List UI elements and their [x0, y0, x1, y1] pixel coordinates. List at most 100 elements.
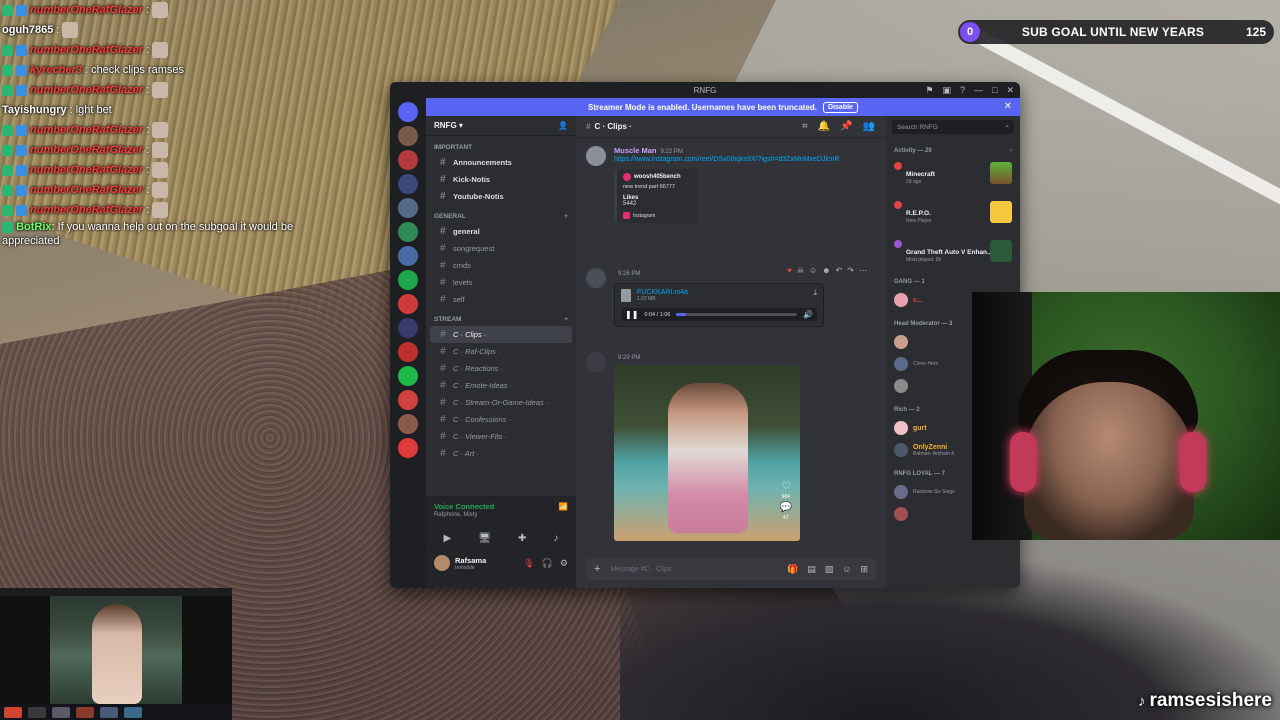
channel-levels[interactable]: # levels: [430, 274, 572, 291]
members-icon[interactable]: 👥: [863, 121, 875, 132]
image-attachment[interactable]: ♡ 984 💬 47: [614, 365, 800, 541]
channel-raf-clips[interactable]: # C · Raf-Clips ·: [430, 343, 572, 360]
heart-icon[interactable]: ♡: [781, 481, 790, 492]
mute-icon[interactable]: 🎙: [523, 558, 534, 569]
channel-cmds[interactable]: # cmds: [430, 257, 572, 274]
current-user[interactable]: Rafsama Invisible 🎙 🎧 ⚙: [426, 550, 576, 575]
flag-icon[interactable]: ⚑: [925, 85, 933, 96]
server-icon[interactable]: [398, 294, 418, 314]
app-icon[interactable]: [52, 706, 70, 718]
channel-emote-ideas[interactable]: # C · Emote-Ideas ·: [430, 377, 572, 394]
avatar[interactable]: [586, 268, 606, 288]
app-icon[interactable]: [76, 706, 94, 718]
channel-confessions[interactable]: # C · Confessions ·: [430, 411, 572, 428]
add-member-icon[interactable]: 👤: [558, 121, 568, 130]
tiktok-icon: ♪: [1137, 692, 1146, 710]
help-icon[interactable]: ?: [960, 85, 965, 96]
disable-streamer-mode-button[interactable]: Disable: [823, 101, 858, 113]
bell-icon[interactable]: 🔔: [818, 121, 830, 132]
deafen-icon[interactable]: 🎧: [542, 558, 553, 569]
channel-songrequest[interactable]: # songrequest: [430, 240, 572, 257]
voice-status[interactable]: Voice Connected 📶: [426, 496, 576, 511]
channel-clips[interactable]: # C · Clips ·: [430, 326, 572, 343]
emoji-reaction-icon[interactable]: ☺: [809, 266, 817, 275]
emoji-icon[interactable]: ☺: [842, 564, 851, 575]
close-banner-icon[interactable]: ✕: [1004, 101, 1012, 112]
gift-icon[interactable]: 🎁: [787, 564, 798, 575]
apps-icon[interactable]: ⊞: [860, 564, 868, 575]
soundboard-icon[interactable]: ♪: [553, 533, 558, 544]
server-icon[interactable]: [398, 414, 418, 434]
add-reaction-icon[interactable]: ☻: [822, 266, 830, 275]
avatar[interactable]: [586, 352, 606, 372]
screen-icon[interactable]: ▣: [942, 85, 951, 96]
channel-art[interactable]: # C · Art ·: [430, 445, 572, 462]
app-icon[interactable]: [124, 706, 142, 718]
activity-header[interactable]: Activity — 29 ›: [886, 138, 1020, 158]
category-important[interactable]: Important: [426, 136, 576, 154]
add-attachment-icon[interactable]: +: [594, 563, 600, 575]
close-icon[interactable]: ✕: [1006, 85, 1014, 96]
server-icon[interactable]: [398, 366, 418, 386]
comment-icon[interactable]: 💬: [780, 502, 792, 513]
channel-stream-or-game-ideas[interactable]: # C · Stream-Or-Game-Ideas ·: [430, 394, 572, 411]
search-input[interactable]: Search RNFG ⌕: [892, 120, 1014, 134]
message-input[interactable]: Message #C · Clips ·: [610, 566, 675, 573]
server-icon[interactable]: [398, 198, 418, 218]
app-icon[interactable]: [4, 706, 22, 718]
server-icon[interactable]: [398, 150, 418, 170]
server-icon[interactable]: [398, 222, 418, 242]
message-link[interactable]: https://www.instagram.com/reel/DSx0Ihqks…: [614, 155, 876, 165]
message-composer[interactable]: + Message #C · Clips · 🎁 ▤ ▧ ☺ ⊞: [586, 558, 876, 580]
avatar[interactable]: [586, 146, 606, 166]
server-icon[interactable]: [398, 390, 418, 410]
channel-general[interactable]: # general: [430, 223, 572, 240]
activities-icon[interactable]: ✚: [518, 533, 526, 544]
sticker-icon[interactable]: ▧: [825, 564, 834, 575]
more-icon[interactable]: ⋯: [859, 266, 867, 275]
home-icon[interactable]: [398, 102, 418, 122]
app-icon[interactable]: [100, 706, 118, 718]
channel-viewer-fits[interactable]: # C · Viewer-Fits ·: [430, 428, 572, 445]
repo-game-icon: [990, 201, 1012, 223]
threads-icon[interactable]: ⌗: [802, 121, 808, 132]
camera-icon[interactable]: ▶: [444, 533, 452, 544]
server-icon[interactable]: [398, 126, 418, 146]
category-stream[interactable]: Stream +: [426, 308, 576, 326]
app-icon[interactable]: [28, 706, 46, 718]
server-header[interactable]: RNFG ▾ 👤: [426, 116, 576, 136]
heart-reaction-icon[interactable]: ♥: [787, 266, 792, 275]
server-icon[interactable]: [398, 318, 418, 338]
activity-item[interactable]: R.E.P.O. New Player: [886, 197, 1020, 236]
channel-youtube-notis[interactable]: # Youtube-Notis: [430, 188, 572, 205]
server-icon[interactable]: [398, 438, 418, 458]
pin-icon[interactable]: 📌: [840, 121, 852, 132]
activity-item[interactable]: Minecraft 2d ago: [886, 158, 1020, 197]
pause-icon[interactable]: ❚❚: [625, 310, 638, 319]
stream-chat: numberOneRafGlazer: oguh7865: numberOneR…: [2, 0, 322, 248]
maximize-icon[interactable]: □: [992, 85, 997, 96]
gif-icon[interactable]: ▤: [807, 564, 816, 575]
channel-kick-notis[interactable]: # Kick-Notis: [430, 171, 572, 188]
server-icon[interactable]: [398, 246, 418, 266]
volume-icon[interactable]: 🔊: [803, 310, 813, 319]
server-icon[interactable]: [398, 174, 418, 194]
channel-reactions[interactable]: # C · Reactions ·: [430, 360, 572, 377]
minimize-icon[interactable]: —: [974, 85, 983, 96]
gear-icon[interactable]: ⚙: [560, 558, 568, 569]
activity-item[interactable]: Grand Theft Auto V Enhan... Most played: …: [886, 236, 1020, 275]
forward-icon[interactable]: ↷: [847, 266, 854, 275]
channel-self[interactable]: # self: [430, 291, 572, 308]
category-general[interactable]: GENERAL +: [426, 205, 576, 223]
audio-progress-slider[interactable]: [676, 313, 798, 316]
download-icon[interactable]: ⤓: [813, 288, 817, 298]
discord-window: RNFG ⚑ ▣ ? — □ ✕ Streamer Mode is enable…: [390, 82, 1020, 588]
reply-icon[interactable]: ↶: [836, 266, 843, 275]
channel-announcements[interactable]: # Announcements: [430, 154, 572, 171]
screen-share-icon[interactable]: 🖥: [478, 533, 491, 544]
skull-reaction-icon[interactable]: ☠: [797, 266, 804, 275]
server-icon[interactable]: [398, 270, 418, 290]
sub-goal-bar: 0 SUB GOAL UNTIL NEW YEARS 125: [958, 20, 1274, 44]
instagram-icon: [623, 173, 631, 181]
server-icon[interactable]: [398, 342, 418, 362]
